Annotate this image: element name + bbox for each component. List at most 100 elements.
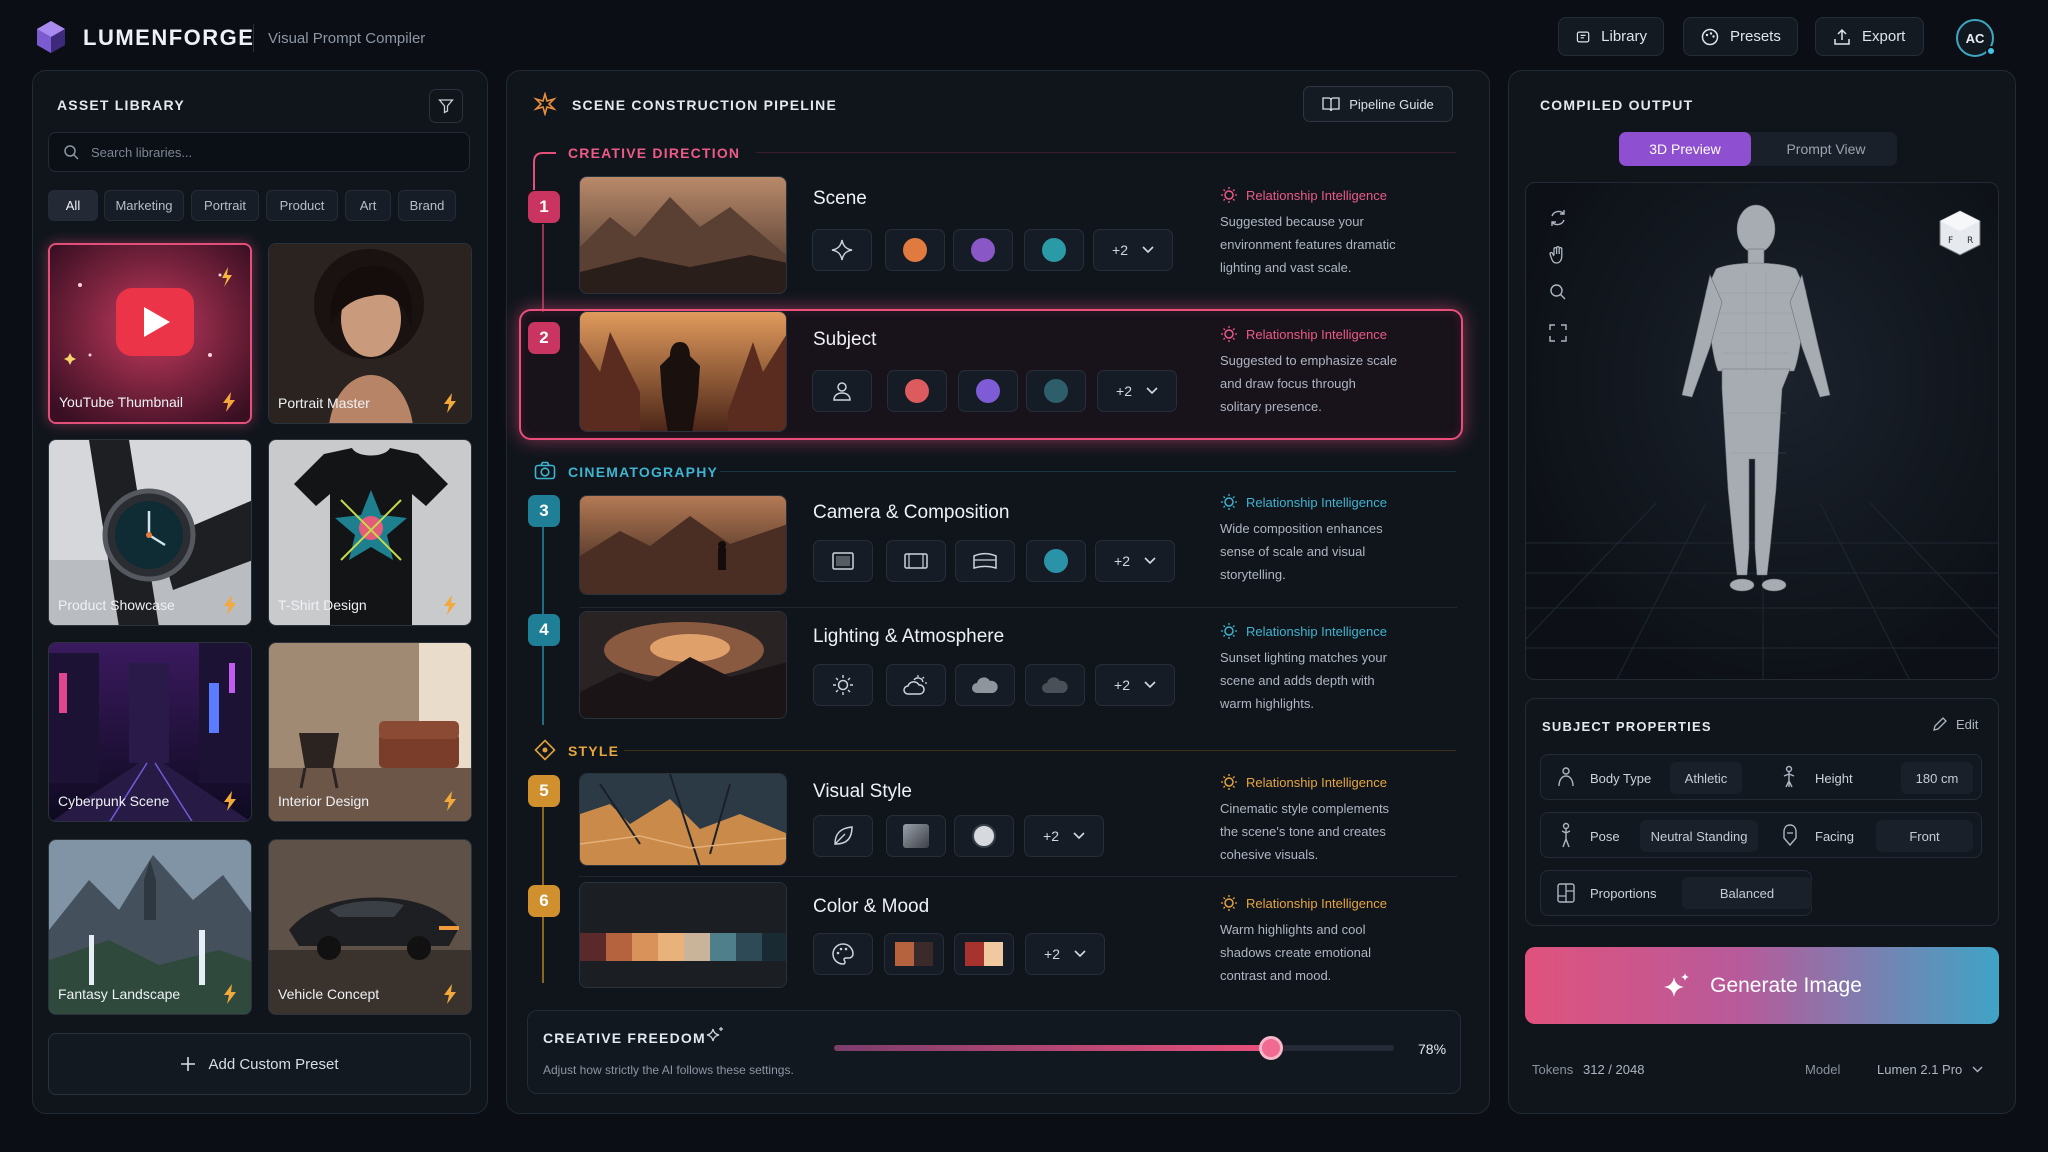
slider-thumb[interactable] xyxy=(1258,1036,1283,1060)
step-thumbnail[interactable] xyxy=(579,773,787,866)
rotate-tool[interactable] xyxy=(1542,201,1574,235)
generate-image-button[interactable]: Generate Image xyxy=(1525,947,1999,1024)
pan-tool[interactable] xyxy=(1542,238,1574,272)
option-color-slate-teal[interactable] xyxy=(1026,370,1086,412)
option-swatch-warm[interactable] xyxy=(884,933,944,975)
color-swatch xyxy=(903,238,927,262)
option-leaf[interactable] xyxy=(813,815,873,857)
ri-line: cohesive visuals. xyxy=(1220,847,1319,862)
filter-chip-all[interactable]: All xyxy=(48,190,98,221)
filter-chip-brand[interactable]: Brand xyxy=(398,190,456,221)
option-partly-cloudy[interactable] xyxy=(886,664,946,706)
export-button[interactable]: Export xyxy=(1815,17,1924,56)
option-color-violet[interactable] xyxy=(958,370,1018,412)
filter-button[interactable] xyxy=(429,89,463,123)
preset-card-interior-design[interactable]: Interior Design xyxy=(268,642,472,822)
bulb-icon xyxy=(1221,774,1237,790)
filter-chip-marketing[interactable]: Marketing xyxy=(104,190,184,221)
option-swatch-contrast[interactable] xyxy=(954,933,1014,975)
edit-label: Edit xyxy=(1956,716,1979,732)
library-icon xyxy=(1576,31,1590,42)
step-number: 1 xyxy=(528,191,560,223)
step-title: Lighting & Atmosphere xyxy=(813,626,1005,647)
step-thumbnail[interactable] xyxy=(579,311,787,432)
facing-value[interactable]: Front xyxy=(1876,820,1973,852)
sparkles-icon xyxy=(706,1027,723,1042)
preset-card-portrait-master[interactable]: Portrait Master xyxy=(268,243,472,424)
preset-card-tshirt-design[interactable]: T-Shirt Design xyxy=(268,439,472,626)
option-frame-wide[interactable] xyxy=(886,540,946,582)
fit-view-tool[interactable] xyxy=(1542,316,1574,350)
preset-card-fantasy-landscape[interactable]: Fantasy Landscape xyxy=(48,839,252,1015)
preset-label: T-Shirt Design xyxy=(278,597,367,613)
presets-button[interactable]: Presets xyxy=(1683,17,1798,56)
step-thumbnail[interactable] xyxy=(579,495,787,595)
option-color-teal[interactable] xyxy=(1026,540,1086,582)
more-options-dropdown[interactable]: +2 xyxy=(1095,664,1175,706)
filter-chip-product[interactable]: Product xyxy=(266,190,338,221)
option-palette[interactable] xyxy=(813,933,873,975)
option-frame-square[interactable] xyxy=(813,540,873,582)
body-type-value[interactable]: Athletic xyxy=(1670,762,1742,794)
option-frame-panoramic[interactable] xyxy=(955,540,1015,582)
slider-fill xyxy=(834,1045,1271,1051)
presets-label: Presets xyxy=(1730,28,1781,45)
option-color-orange[interactable] xyxy=(885,229,945,271)
ri-line: Suggested because your xyxy=(1220,214,1364,229)
plus-icon xyxy=(181,1057,196,1071)
search-input[interactable] xyxy=(91,144,451,160)
color-swatch xyxy=(1044,549,1068,573)
more-options-dropdown[interactable]: +2 xyxy=(1095,540,1175,582)
filter-chip-portrait[interactable]: Portrait xyxy=(191,190,259,221)
zoom-tool[interactable] xyxy=(1542,275,1574,309)
option-sun[interactable] xyxy=(813,664,873,706)
pose-value[interactable]: Neutral Standing xyxy=(1640,820,1758,852)
more-options-dropdown[interactable]: +2 xyxy=(1097,370,1177,412)
more-options-dropdown[interactable]: +2 xyxy=(1093,229,1173,271)
model-label: Model xyxy=(1805,1062,1841,1077)
step-thumbnail[interactable] xyxy=(579,611,787,719)
edit-properties-button[interactable]: Edit xyxy=(1932,716,1978,732)
option-color-red[interactable] xyxy=(887,370,947,412)
preset-card-youtube-thumbnail[interactable]: YouTube Thumbnail xyxy=(48,243,252,424)
tab-prompt-view[interactable]: Prompt View xyxy=(1755,132,1897,166)
panorama-icon xyxy=(973,553,997,569)
library-button[interactable]: Library xyxy=(1558,17,1664,56)
step-thumbnail[interactable] xyxy=(579,882,787,988)
section-divider xyxy=(756,152,1456,153)
partly-cloudy-icon xyxy=(903,675,927,695)
model-selector[interactable]: Lumen 2.1 Pro xyxy=(1877,1062,1983,1077)
option-fog[interactable] xyxy=(1025,664,1085,706)
option-circle[interactable] xyxy=(954,815,1014,857)
color-swatch xyxy=(1044,379,1068,403)
more-options-dropdown[interactable]: +2 xyxy=(1025,933,1105,975)
filter-chip-art[interactable]: Art xyxy=(345,190,391,221)
option-person[interactable] xyxy=(812,370,872,412)
proportions-value[interactable]: Balanced xyxy=(1682,877,1812,909)
upload-icon xyxy=(1834,28,1850,45)
add-custom-preset-button[interactable]: Add Custom Preset xyxy=(48,1033,471,1095)
preset-card-vehicle-concept[interactable]: Vehicle Concept xyxy=(268,839,472,1015)
fog-icon xyxy=(1042,677,1068,693)
3d-preview-viewport[interactable]: F R xyxy=(1525,182,1999,680)
more-options-dropdown[interactable]: +2 xyxy=(1024,815,1104,857)
library-search[interactable] xyxy=(48,132,470,172)
color-swatch xyxy=(971,238,995,262)
pipeline-guide-button[interactable]: Pipeline Guide xyxy=(1303,86,1453,122)
preset-card-cyberpunk-scene[interactable]: Cyberpunk Scene xyxy=(48,642,252,822)
option-sparkle[interactable] xyxy=(812,229,872,271)
step-title: Subject xyxy=(813,329,877,350)
height-value[interactable]: 180 cm xyxy=(1901,762,1973,794)
preset-card-product-showcase[interactable]: Product Showcase xyxy=(48,439,252,626)
option-cloud[interactable] xyxy=(955,664,1015,706)
cloud-icon xyxy=(972,677,998,693)
visual-style-image xyxy=(580,774,786,865)
top-bar: LUMENFORGE Visual Prompt Compiler Librar… xyxy=(0,0,2048,72)
option-color-purple[interactable] xyxy=(953,229,1013,271)
option-color-teal[interactable] xyxy=(1024,229,1084,271)
step-thumbnail[interactable] xyxy=(579,176,787,294)
tab-3d-preview[interactable]: 3D Preview xyxy=(1619,132,1751,166)
search-icon xyxy=(64,145,79,160)
creative-freedom-slider[interactable] xyxy=(834,1036,1394,1060)
option-texture[interactable] xyxy=(886,815,946,857)
